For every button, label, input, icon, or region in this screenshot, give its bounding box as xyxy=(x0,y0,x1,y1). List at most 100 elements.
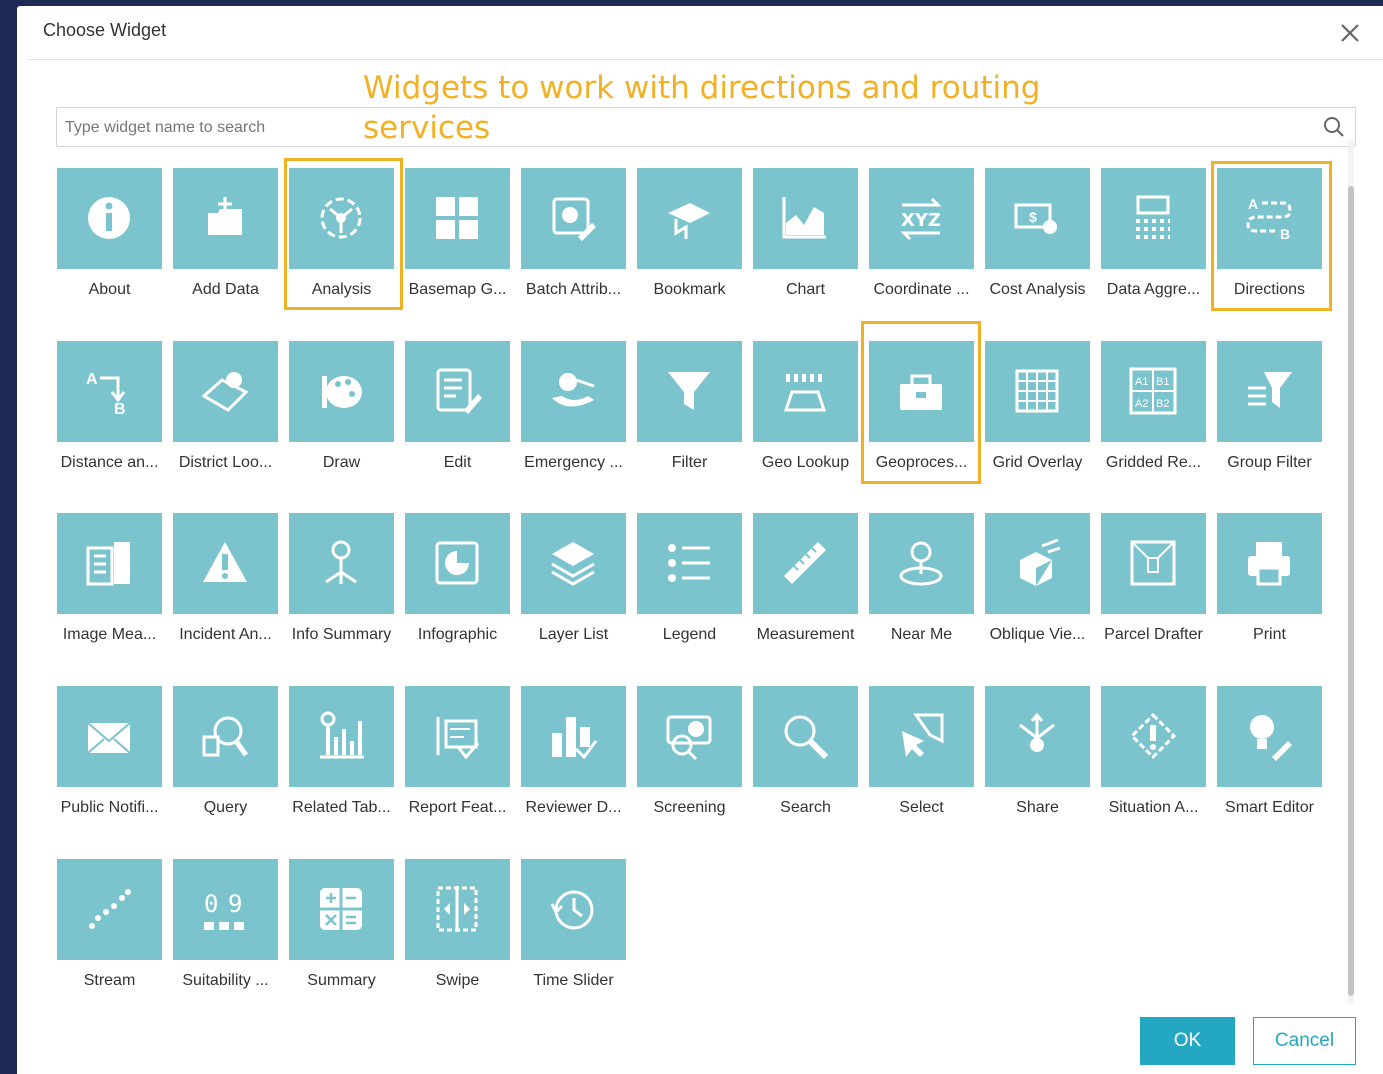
widget-icon-box[interactable] xyxy=(1217,686,1322,787)
widget-icon-box[interactable] xyxy=(985,513,1090,614)
widget-icon-box[interactable] xyxy=(637,686,742,787)
widget-tile[interactable]: Geo Lookup xyxy=(753,341,869,485)
widget-tile[interactable]: Swipe xyxy=(405,859,521,1003)
widget-tile[interactable]: Time Slider xyxy=(521,859,637,1003)
widget-tile[interactable]: Parcel Drafter xyxy=(1101,513,1217,657)
widget-tile[interactable]: Stream xyxy=(57,859,173,1003)
widget-tile[interactable]: Measurement xyxy=(753,513,869,657)
widget-icon-box[interactable] xyxy=(57,513,162,614)
widget-tile[interactable]: A B Directions xyxy=(1217,168,1333,312)
widget-tile[interactable]: 0 9 Suitability ... xyxy=(173,859,289,1003)
widget-icon-box[interactable] xyxy=(521,513,626,614)
widget-icon-box[interactable] xyxy=(869,686,974,787)
widget-icon-box[interactable] xyxy=(521,859,626,960)
widget-icon-box[interactable] xyxy=(289,341,394,442)
widget-tile[interactable]: Incident An... xyxy=(173,513,289,657)
widget-tile[interactable]: Infographic xyxy=(405,513,521,657)
widget-icon-box[interactable] xyxy=(637,168,742,269)
widget-icon-box[interactable] xyxy=(173,686,278,787)
widget-icon-box[interactable]: AB xyxy=(1217,168,1322,269)
ok-button[interactable]: OK xyxy=(1140,1017,1235,1065)
widget-tile[interactable]: Select xyxy=(869,686,985,830)
widget-tile[interactable]: Grid Overlay xyxy=(985,341,1101,485)
widget-icon-box[interactable] xyxy=(521,686,626,787)
widget-tile[interactable]: Summary xyxy=(289,859,405,1003)
widget-icon-box[interactable] xyxy=(405,513,510,614)
widget-tile[interactable]: Analysis xyxy=(289,168,405,312)
widget-icon-box[interactable] xyxy=(1101,686,1206,787)
widget-icon-box[interactable] xyxy=(753,341,858,442)
widget-icon-box[interactable] xyxy=(57,686,162,787)
search-icon[interactable] xyxy=(1323,116,1345,138)
widget-tile[interactable]: Basemap G... xyxy=(405,168,521,312)
cancel-button[interactable]: Cancel xyxy=(1253,1017,1356,1065)
widget-tile[interactable]: Near Me xyxy=(869,513,985,657)
widget-tile[interactable]: Related Tab... xyxy=(289,686,405,830)
widget-icon-box[interactable] xyxy=(173,513,278,614)
widget-icon-box[interactable] xyxy=(289,513,394,614)
widget-icon-box[interactable] xyxy=(405,168,510,269)
widget-icon-box[interactable] xyxy=(57,859,162,960)
widget-tile[interactable]: Info Summary xyxy=(289,513,405,657)
widget-tile[interactable]: Reviewer D... xyxy=(521,686,637,830)
widget-icon-box[interactable]: 09 xyxy=(173,859,278,960)
widget-tile[interactable]: A B Distance an... xyxy=(57,341,173,485)
widget-tile[interactable]: Smart Editor xyxy=(1217,686,1333,830)
widget-tile[interactable]: Screening xyxy=(637,686,753,830)
widget-icon-box[interactable] xyxy=(753,513,858,614)
widget-tile[interactable]: District Loo... xyxy=(173,341,289,485)
widget-icon-box[interactable] xyxy=(1217,513,1322,614)
widget-tile[interactable]: Legend xyxy=(637,513,753,657)
widget-tile[interactable]: Edit xyxy=(405,341,521,485)
widget-icon-box[interactable] xyxy=(985,341,1090,442)
widget-icon-box[interactable] xyxy=(753,686,858,787)
widget-tile[interactable]: Image Mea... xyxy=(57,513,173,657)
widget-tile[interactable]: Emergency ... xyxy=(521,341,637,485)
widget-tile[interactable]: XYZ Coordinate ... xyxy=(869,168,985,312)
widget-tile[interactable]: $ Cost Analysis xyxy=(985,168,1101,312)
widget-tile[interactable]: Group Filter xyxy=(1217,341,1333,485)
widget-icon-box[interactable] xyxy=(289,686,394,787)
widget-icon-box[interactable]: $ xyxy=(985,168,1090,269)
widget-icon-box[interactable] xyxy=(869,513,974,614)
widget-icon-box[interactable] xyxy=(869,341,974,442)
widget-tile[interactable]: A1 B1 A2 B2 Gridded Re... xyxy=(1101,341,1217,485)
widget-icon-box[interactable] xyxy=(289,859,394,960)
widget-icon-box[interactable] xyxy=(289,168,394,269)
widget-icon-box[interactable] xyxy=(637,513,742,614)
widget-tile[interactable]: Situation A... xyxy=(1101,686,1217,830)
widget-icon-box[interactable]: A1 B1 A2 B2 xyxy=(1101,341,1206,442)
widget-tile[interactable]: Share xyxy=(985,686,1101,830)
widget-tile[interactable]: Geoproces... xyxy=(869,341,985,485)
widget-icon-box[interactable] xyxy=(173,341,278,442)
widget-icon-box[interactable]: XYZ xyxy=(869,168,974,269)
widget-tile[interactable]: Layer List xyxy=(521,513,637,657)
widget-icon-box[interactable] xyxy=(637,341,742,442)
widget-icon-box[interactable] xyxy=(985,686,1090,787)
widget-icon-box[interactable] xyxy=(405,686,510,787)
widget-tile[interactable]: Search xyxy=(753,686,869,830)
widget-tile[interactable]: Report Feat... xyxy=(405,686,521,830)
widget-icon-box[interactable] xyxy=(1217,341,1322,442)
widget-tile[interactable]: Draw xyxy=(289,341,405,485)
widget-icon-box[interactable] xyxy=(405,341,510,442)
widget-icon-box[interactable] xyxy=(405,859,510,960)
widget-tile[interactable]: About xyxy=(57,168,173,312)
close-icon[interactable] xyxy=(1337,20,1363,46)
widget-tile[interactable]: Chart xyxy=(753,168,869,312)
widget-tile[interactable]: Batch Attrib... xyxy=(521,168,637,312)
widget-tile[interactable]: Add Data xyxy=(173,168,289,312)
widget-icon-box[interactable] xyxy=(521,341,626,442)
widget-tile[interactable]: Filter xyxy=(637,341,753,485)
widget-tile[interactable]: Oblique Vie... xyxy=(985,513,1101,657)
widget-tile[interactable]: Public Notifi... xyxy=(57,686,173,830)
widget-icon-box[interactable] xyxy=(753,168,858,269)
widget-tile[interactable]: Bookmark xyxy=(637,168,753,312)
widget-tile[interactable]: Query xyxy=(173,686,289,830)
widget-icon-box[interactable] xyxy=(1101,168,1206,269)
widget-icon-box[interactable] xyxy=(173,168,278,269)
widget-tile[interactable]: Data Aggre... xyxy=(1101,168,1217,312)
widget-tile[interactable]: Print xyxy=(1217,513,1333,657)
widget-icon-box[interactable] xyxy=(57,168,162,269)
scrollbar-thumb[interactable] xyxy=(1348,186,1354,996)
